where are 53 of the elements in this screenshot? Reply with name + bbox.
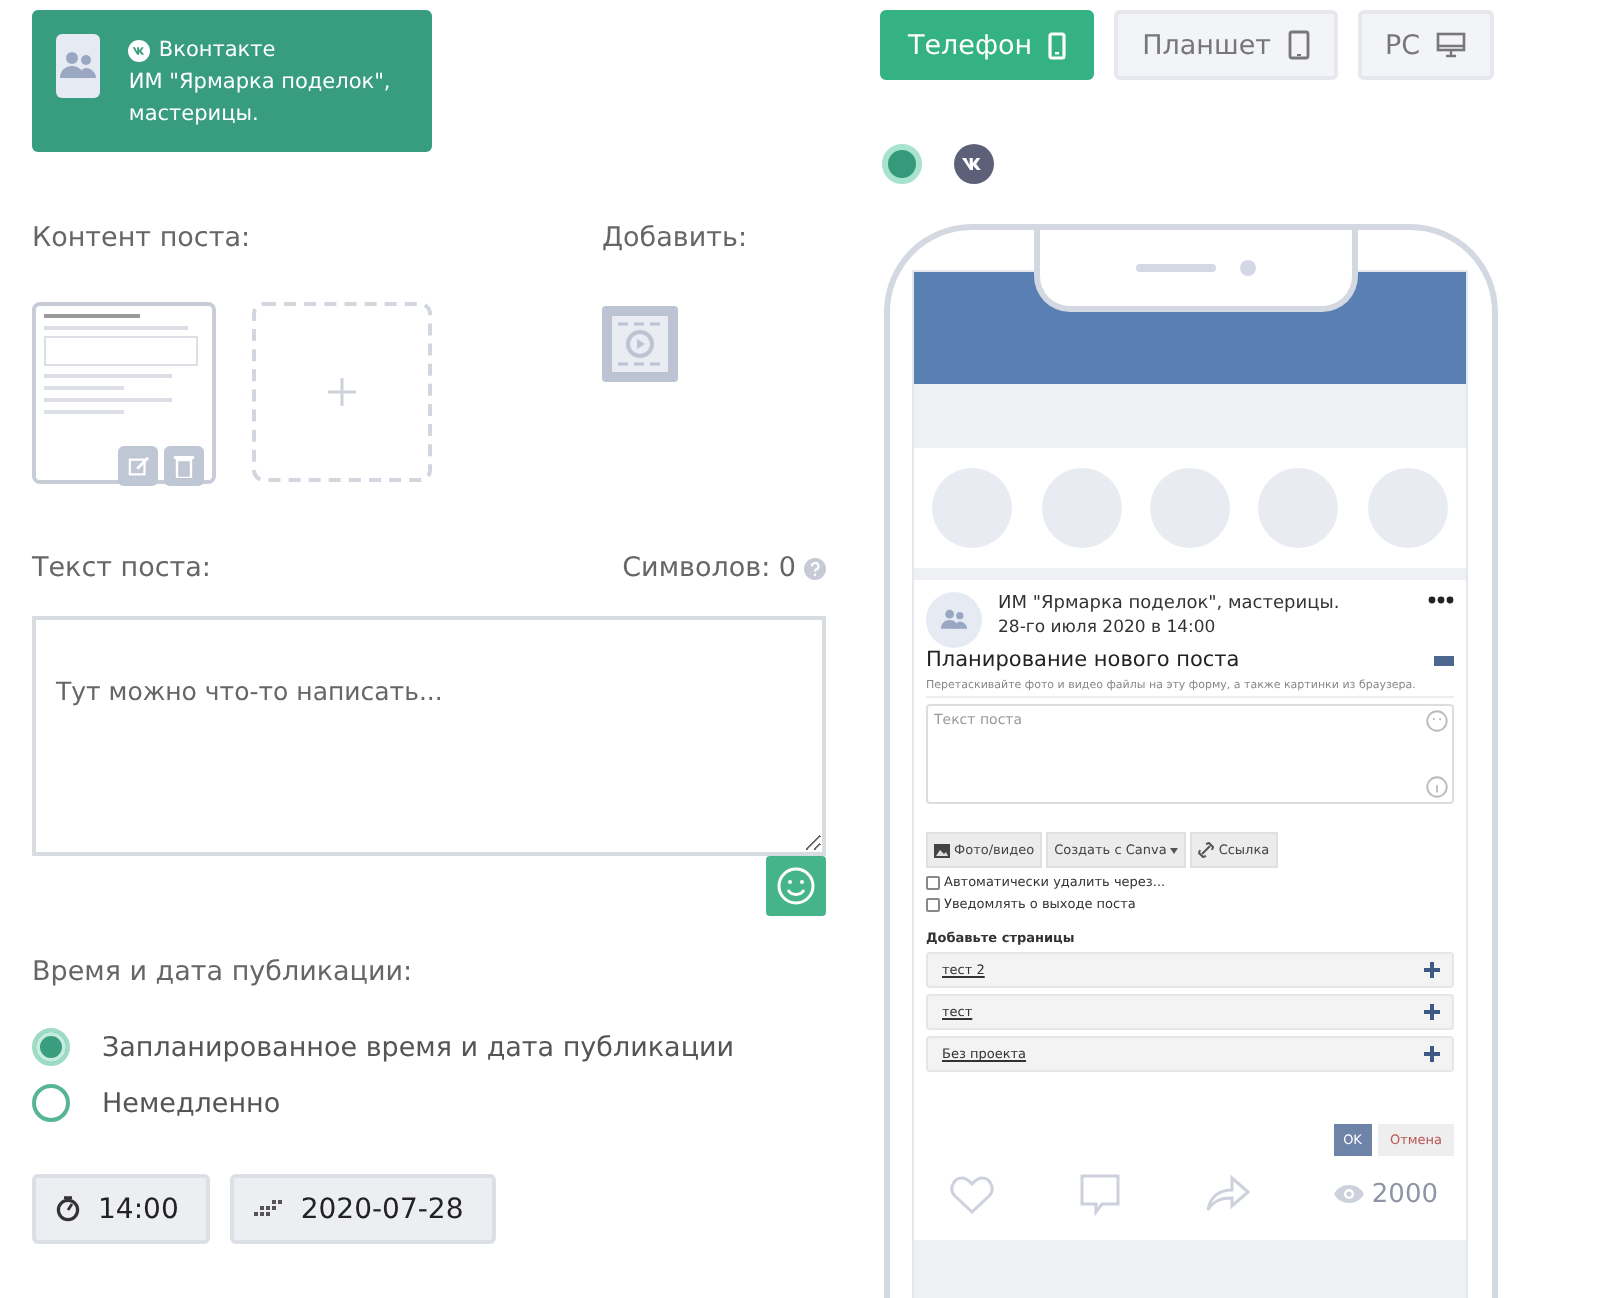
time-field[interactable]: 14:00 xyxy=(32,1174,211,1244)
share-icon[interactable] xyxy=(1205,1174,1250,1214)
section-label: Текст поста: xyxy=(32,552,211,584)
video-icon[interactable] xyxy=(602,306,678,388)
date-field[interactable]: 2020-07-28 xyxy=(230,1174,496,1244)
minimize-icon[interactable] xyxy=(1434,655,1454,665)
form-title: Планирование нового поста xyxy=(926,648,1240,672)
checkbox[interactable] xyxy=(926,897,940,911)
radio-button[interactable] xyxy=(32,1028,70,1066)
tablet-icon xyxy=(1287,30,1310,60)
monitor-icon xyxy=(1436,32,1467,58)
edit-icon[interactable] xyxy=(118,446,158,486)
section-label: Время и дата публикации: xyxy=(32,956,415,988)
group-avatar-icon xyxy=(926,592,982,648)
device-tab[interactable]: Планшет xyxy=(1114,10,1338,80)
author-name: ИМ "Ярмарка поделок", мастерицы. xyxy=(998,592,1342,616)
post-text-field[interactable]: Тут можно что-то написать... xyxy=(32,616,826,856)
all-networks-toggle[interactable] xyxy=(882,144,922,184)
add-content-button[interactable] xyxy=(252,302,432,482)
section-label: Контент поста: xyxy=(32,222,253,254)
smiley-icon[interactable] xyxy=(1426,710,1448,732)
plus-icon[interactable] xyxy=(1424,1004,1440,1020)
vk-icon[interactable] xyxy=(954,144,994,184)
trash-icon[interactable] xyxy=(164,446,204,486)
info-icon[interactable] xyxy=(1426,776,1448,798)
option-label: Запланированное время и дата публикации xyxy=(102,1031,735,1063)
emoji-button[interactable] xyxy=(766,856,826,916)
image-icon xyxy=(934,843,950,857)
option-label: Немедленно xyxy=(102,1087,281,1119)
device-tab[interactable]: PC xyxy=(1357,10,1495,80)
plus-icon[interactable] xyxy=(1424,962,1440,978)
character-counter: Символов: 0 xyxy=(622,552,796,584)
section-label: Добавить: xyxy=(602,222,748,254)
network-name: Вконтакте xyxy=(158,36,276,66)
eye-icon xyxy=(1333,1184,1364,1204)
plus-icon[interactable] xyxy=(1424,1046,1440,1062)
view-count: 2000 xyxy=(1371,1179,1438,1209)
help-icon[interactable] xyxy=(804,557,826,579)
checkbox[interactable] xyxy=(926,875,940,889)
calendar-icon xyxy=(254,1199,283,1219)
stopwatch-icon xyxy=(56,1196,80,1222)
plus-icon xyxy=(328,378,356,406)
screenshot-thumbnail[interactable] xyxy=(32,302,216,484)
account-name: ИМ "Ярмарка поделок", мастерицы. xyxy=(128,68,393,130)
phone-icon xyxy=(1048,31,1067,59)
heart-icon[interactable] xyxy=(950,1175,994,1213)
group-avatar-icon xyxy=(56,34,101,98)
vk-icon xyxy=(128,39,151,61)
post-date: 28-го июля 2020 в 14:00 xyxy=(998,616,1218,640)
radio-button[interactable] xyxy=(32,1084,70,1122)
comment-icon[interactable] xyxy=(1077,1172,1122,1216)
more-icon[interactable] xyxy=(1428,596,1454,604)
link-icon xyxy=(1198,842,1215,858)
